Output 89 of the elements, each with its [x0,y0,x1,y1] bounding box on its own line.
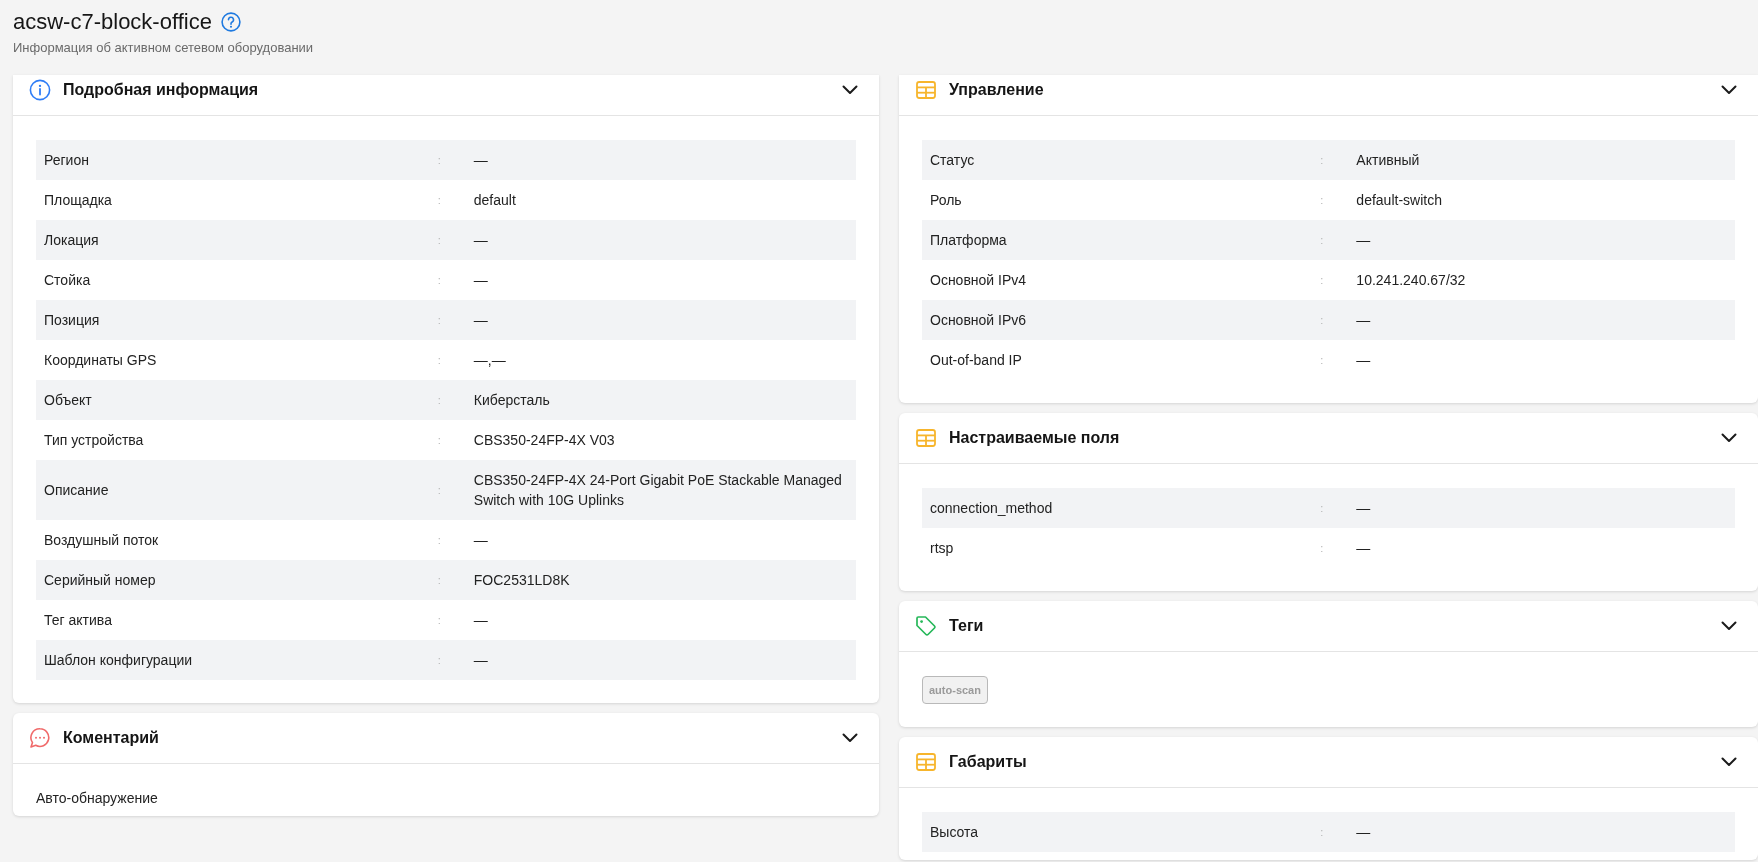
field-label: Тег актива [43,611,113,630]
colon-separator: : [437,433,442,448]
colon-separator: : [1320,153,1325,168]
panel-title: Габариты [949,752,1028,772]
field-value: — [473,651,489,670]
field-label: Локация [43,231,100,250]
field-label: Шаблон конфигурации [43,651,194,670]
colon-separator: : [437,653,442,668]
panel-title: Теги [949,616,985,636]
field-value: Киберсталь [473,391,551,410]
panel-title: Коментарий [63,728,160,748]
table-icon [915,427,937,449]
colon-separator: : [437,573,442,588]
field-value: — [1356,351,1372,370]
field-label: Статус [929,151,976,170]
colon-separator: : [437,233,442,248]
tag-icon [915,615,937,637]
field-label: Основной IPv4 [929,271,1028,290]
field-value: CBS350-24FP-4X V03 [473,431,616,450]
field-value: — [473,231,489,250]
field-value: — [1356,823,1372,842]
field-label: Координаты GPS [43,351,158,370]
field-value: Активный [1356,151,1421,170]
field-value: — [473,611,489,630]
field-label: Воздушный поток [43,531,160,550]
field-label: Стойка [43,271,92,290]
field-value: — [1356,539,1372,558]
colon-separator: : [1320,233,1325,248]
field-value: — [1356,231,1372,250]
field-value: default-switch [1356,191,1443,210]
chevron-down-icon[interactable] [1721,433,1737,443]
page-title: acsw-c7-block-office [13,8,212,36]
field-value: — [473,151,489,170]
field-value: 10.241.240.67/32 [1356,271,1467,290]
colon-separator: : [1320,825,1325,840]
field-value: FOC2531LD8K [473,571,571,590]
field-value: CBS350-24FP-4X 24-Port Gigabit PoE Stackable Managed Switch with 10G Uplinks [473,471,843,510]
table-icon [915,751,937,773]
field-label: Позиция [43,311,101,330]
chevron-down-icon[interactable] [1721,757,1737,767]
panel-title: Настраиваемые поля [949,428,1121,448]
panel-title: Управление [949,80,1045,100]
colon-separator: : [437,533,442,548]
field-value: — [1356,311,1372,330]
colon-separator: : [437,353,442,368]
field-label: Регион [43,151,90,170]
colon-separator: : [437,393,442,408]
colon-separator: : [437,193,442,208]
field-label: rtsp [929,539,955,558]
field-value: — [473,311,489,330]
colon-separator: : [437,273,442,288]
field-value: default [473,191,517,210]
chevron-down-icon[interactable] [1721,621,1737,631]
field-label: Высота [929,823,980,842]
field-label: Роль [929,191,963,210]
field-label: connection_method [929,499,1054,518]
field-value: — [473,271,489,290]
help-icon[interactable] [220,12,241,32]
chevron-down-icon[interactable] [1721,85,1737,95]
colon-separator: : [1320,353,1325,368]
field-label: Площадка [43,191,113,210]
field-label: Серийный номер [43,571,157,590]
field-value: —,— [473,351,507,370]
colon-separator: : [1320,273,1325,288]
colon-separator: : [1320,313,1325,328]
colon-separator: : [1320,541,1325,556]
comment-text: Авто-обнаружение [36,789,159,808]
field-label: Out-of-band IP [929,351,1023,370]
chevron-down-icon[interactable] [842,733,858,743]
field-label: Тип устройства [43,431,145,450]
field-label: Описание [43,481,110,500]
colon-separator: : [437,483,442,498]
field-label: Объект [43,391,93,410]
field-label: Платформа [929,231,1008,250]
colon-separator: : [437,313,442,328]
colon-separator: : [1320,501,1325,516]
chevron-down-icon[interactable] [842,85,858,95]
info-icon [29,79,51,101]
colon-separator: : [437,153,442,168]
tag-chip: auto-scan [922,676,988,704]
page-subtitle: Информация об активном сетевом оборудовании [13,39,315,57]
table-icon [915,79,937,101]
colon-separator: : [437,613,442,628]
field-value: — [473,531,489,550]
field-label: Основной IPv6 [929,311,1028,330]
chat-bubble-icon [29,727,51,749]
colon-separator: : [1320,193,1325,208]
field-value: — [1356,499,1372,518]
panel-title: Подробная информация [63,80,260,100]
